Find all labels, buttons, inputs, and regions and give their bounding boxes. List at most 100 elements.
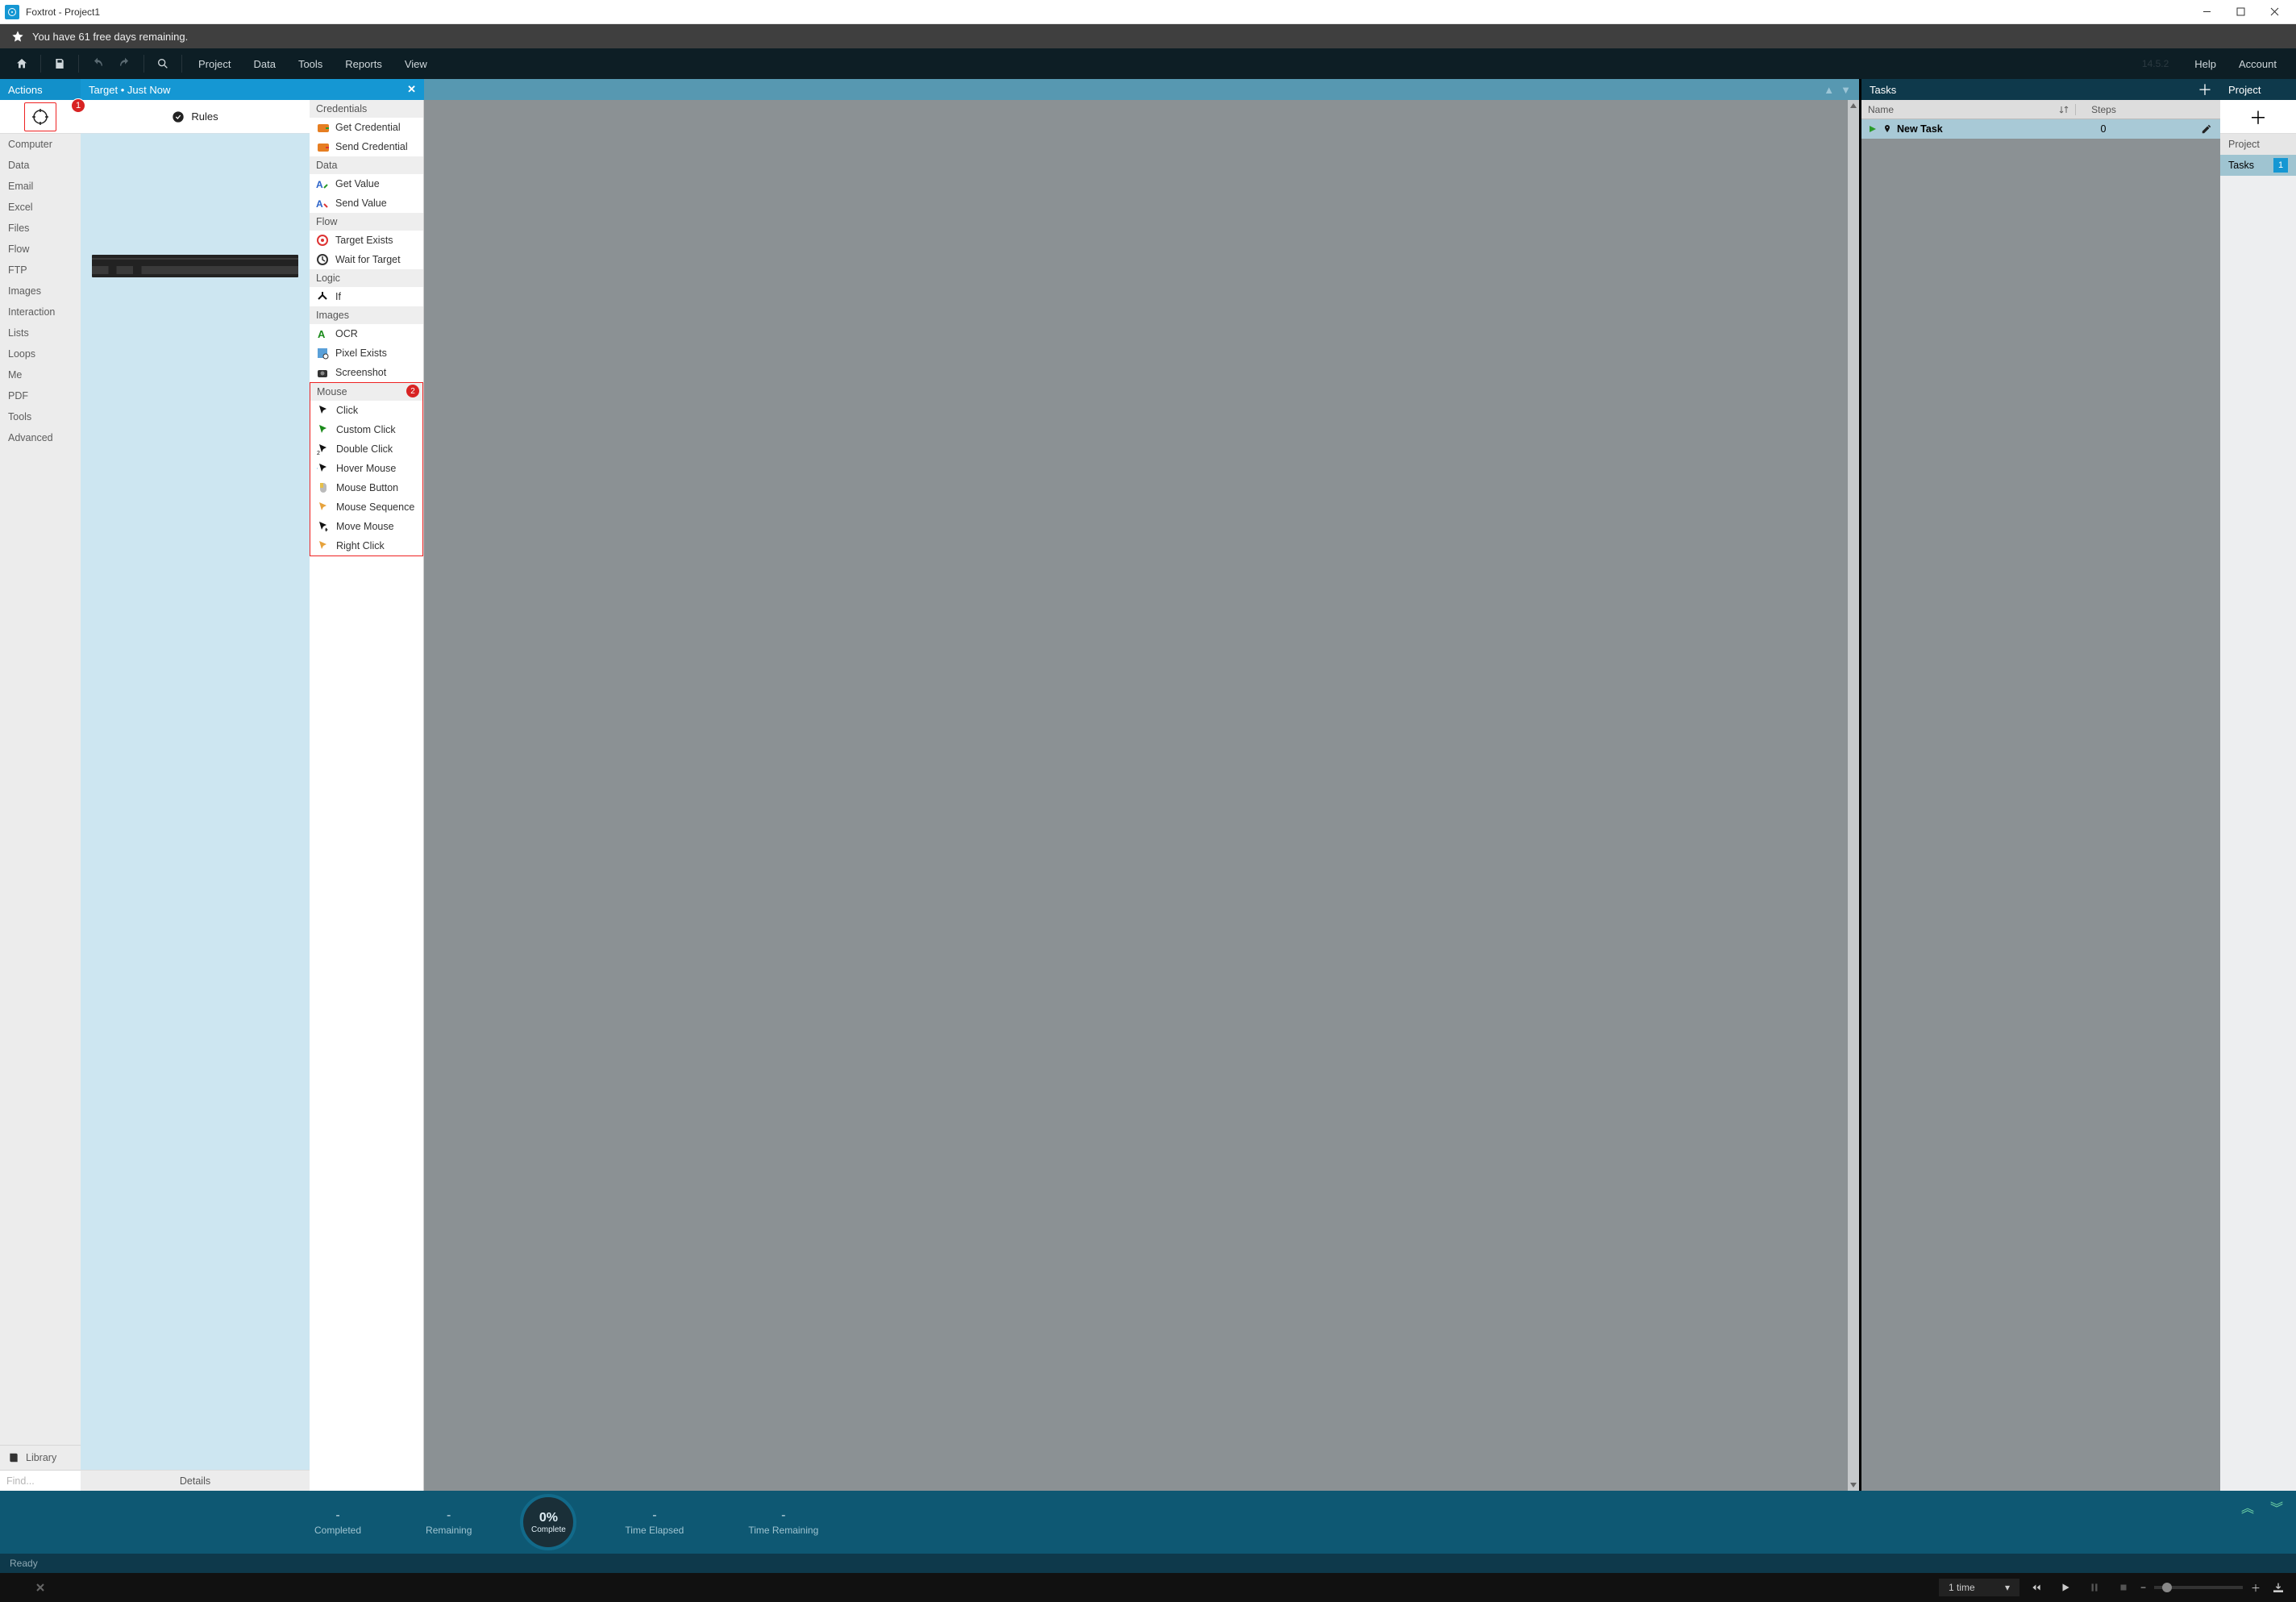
target-selector-button[interactable]	[24, 102, 56, 131]
rail-item-excel[interactable]: Excel	[0, 197, 81, 218]
panel-title-actions: Actions	[0, 79, 81, 100]
rail-item-me[interactable]: Me	[0, 364, 81, 385]
repeat-selector[interactable]: 1 time▾	[1939, 1579, 2019, 1596]
details-tab[interactable]: Details	[81, 1470, 310, 1491]
minimize-button[interactable]	[2190, 0, 2223, 24]
speed-plus[interactable]: ＋	[2251, 1581, 2261, 1595]
action-icon	[317, 520, 330, 533]
action-send-value[interactable]: ASend Value	[310, 193, 423, 213]
rail-item-lists[interactable]: Lists	[0, 322, 81, 343]
task-row[interactable]: New Task 0	[1861, 119, 2220, 139]
sort-icon[interactable]	[2059, 105, 2069, 114]
action-send-credential[interactable]: Send Credential	[310, 137, 423, 156]
collapse-up-icon[interactable]: ︽	[2241, 1497, 2254, 1517]
home-button[interactable]	[8, 48, 35, 79]
action-icon	[316, 347, 329, 360]
add-project-item-button[interactable]: ＋	[2220, 100, 2296, 134]
rewind-button[interactable]	[2031, 1582, 2042, 1593]
canvas-area	[424, 100, 1859, 1491]
action-target-exists[interactable]: Target Exists	[310, 231, 423, 250]
stop-button[interactable]	[2118, 1582, 2129, 1593]
menu-reports[interactable]: Reports	[334, 48, 393, 79]
menu-data[interactable]: Data	[242, 48, 286, 79]
metric-remaining: - Remaining	[426, 1508, 472, 1536]
action-icon	[317, 539, 330, 552]
search-button[interactable]	[149, 48, 177, 79]
menu-account[interactable]: Account	[2227, 58, 2288, 70]
tasks-header-row: Name Steps	[1861, 100, 2220, 119]
actions-rail: 1 ComputerDataEmailExcelFilesFlowFTPImag…	[0, 100, 81, 1491]
tasks-header-steps[interactable]: Steps	[2075, 104, 2132, 115]
group-credentials: Credentials	[310, 100, 423, 118]
move-up-button[interactable]: ▲	[1824, 84, 1834, 96]
target-preview-image	[92, 255, 298, 277]
action-get-credential[interactable]: Get Credential	[310, 118, 423, 137]
group-images: Images	[310, 306, 423, 324]
action-hover-mouse[interactable]: Hover Mouse	[310, 459, 422, 478]
action-screenshot[interactable]: Screenshot	[310, 363, 423, 382]
move-down-button[interactable]: ▼	[1841, 84, 1851, 96]
action-icon	[316, 140, 329, 153]
action-icon	[316, 290, 329, 303]
edit-icon[interactable]	[2201, 123, 2212, 135]
find-input[interactable]: Find...	[0, 1470, 81, 1491]
pin-icon	[1882, 124, 1892, 134]
menu-project[interactable]: Project	[187, 48, 242, 79]
close-button[interactable]	[2257, 0, 2291, 24]
project-tasks-row[interactable]: Tasks 1	[2220, 155, 2296, 176]
play-button[interactable]	[2060, 1582, 2071, 1593]
pause-button[interactable]	[2089, 1582, 2100, 1593]
cancel-icon[interactable]	[35, 1583, 45, 1592]
action-list: Credentials Get CredentialSend Credentia…	[310, 100, 424, 1491]
action-move-mouse[interactable]: Move Mouse	[310, 517, 422, 536]
action-icon	[317, 462, 330, 475]
action-mouse-button[interactable]: Mouse Button	[310, 478, 422, 497]
action-click[interactable]: Click	[310, 401, 422, 420]
rules-header[interactable]: Rules	[81, 100, 310, 134]
annotation-1: 1	[71, 98, 85, 113]
menu-view[interactable]: View	[393, 48, 439, 79]
action-ocr[interactable]: AOCR	[310, 324, 423, 343]
rail-item-tools[interactable]: Tools	[0, 406, 81, 427]
redo-button[interactable]	[111, 48, 139, 79]
undo-button[interactable]	[84, 48, 111, 79]
tasks-header-name[interactable]: Name	[1868, 104, 1894, 115]
rail-item-email[interactable]: Email	[0, 176, 81, 197]
rail-item-advanced[interactable]: Advanced	[0, 427, 81, 448]
progress-gauge: 0% Complete	[520, 1494, 576, 1550]
add-task-button[interactable]: ＋	[2198, 79, 2212, 100]
action-wait-for-target[interactable]: Wait for Target	[310, 250, 423, 269]
rail-item-data[interactable]: Data	[0, 155, 81, 176]
window-title: Foxtrot - Project1	[26, 6, 100, 18]
action-double-click[interactable]: 2Double Click	[310, 439, 422, 459]
rail-item-pdf[interactable]: PDF	[0, 385, 81, 406]
download-icon[interactable]	[11, 1582, 23, 1593]
rail-item-loops[interactable]: Loops	[0, 343, 81, 364]
maximize-button[interactable]	[2223, 0, 2257, 24]
rail-item-flow[interactable]: Flow	[0, 239, 81, 260]
rail-item-images[interactable]: Images	[0, 281, 81, 302]
menu-help[interactable]: Help	[2183, 58, 2227, 70]
speed-minus[interactable]: −	[2140, 1582, 2146, 1593]
rail-item-computer[interactable]: Computer	[0, 134, 81, 155]
action-right-click[interactable]: Right Click	[310, 536, 422, 555]
rail-item-interaction[interactable]: Interaction	[0, 302, 81, 322]
player-bar: 1 time▾ − ＋	[0, 1573, 2296, 1602]
action-get-value[interactable]: AGet Value	[310, 174, 423, 193]
save-button[interactable]	[46, 48, 73, 79]
close-target-button[interactable]: ✕	[407, 83, 416, 96]
library-button[interactable]: Library	[0, 1445, 81, 1470]
scrollbar[interactable]	[1848, 100, 1859, 1491]
rail-item-files[interactable]: Files	[0, 218, 81, 239]
action-if[interactable]: If	[310, 287, 423, 306]
action-mouse-sequence[interactable]: Mouse Sequence	[310, 497, 422, 517]
dock-icon[interactable]	[2272, 1581, 2285, 1594]
speed-slider[interactable]	[2154, 1586, 2243, 1589]
menu-tools[interactable]: Tools	[287, 48, 334, 79]
svg-text:2: 2	[317, 451, 320, 456]
action-custom-click[interactable]: Custom Click	[310, 420, 422, 439]
action-pixel-exists[interactable]: Pixel Exists	[310, 343, 423, 363]
rules-label: Rules	[191, 110, 218, 123]
collapse-down-icon[interactable]: ︾	[2270, 1497, 2283, 1517]
rail-item-ftp[interactable]: FTP	[0, 260, 81, 281]
